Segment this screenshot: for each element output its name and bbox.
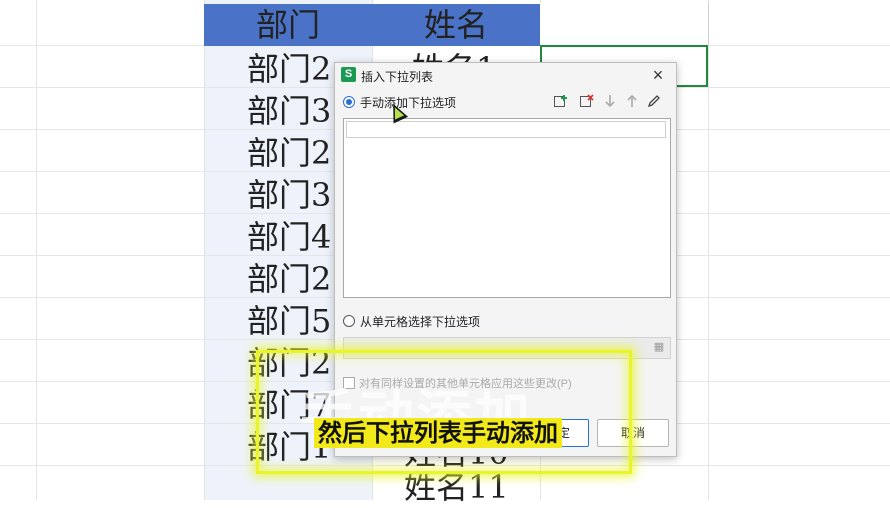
cell-empty[interactable] bbox=[540, 3, 709, 45]
dept-cell[interactable]: 部门5 bbox=[247, 300, 331, 342]
radio-manual[interactable] bbox=[343, 96, 355, 108]
dept-cell[interactable]: 部门3 bbox=[247, 90, 331, 132]
dept-cell[interactable]: 部门2 bbox=[247, 132, 331, 174]
app-logo-icon: S bbox=[341, 67, 356, 82]
header-name[interactable]: 姓名 bbox=[372, 4, 540, 46]
dept-cell[interactable]: 部门3 bbox=[247, 174, 331, 216]
delete-item-icon[interactable] bbox=[579, 93, 595, 109]
subtitle-caption: 然后下拉列表手动添加 bbox=[314, 418, 562, 448]
move-down-icon[interactable] bbox=[602, 93, 618, 109]
move-up-icon[interactable] bbox=[624, 93, 640, 109]
option-cell-label[interactable]: 从单元格选择下拉选项 bbox=[360, 313, 480, 330]
radio-cell[interactable] bbox=[343, 315, 355, 327]
close-button[interactable]: × bbox=[648, 65, 668, 85]
dialog-title: 插入下拉列表 bbox=[361, 70, 434, 84]
add-item-icon[interactable] bbox=[553, 93, 569, 109]
dept-cell[interactable]: 部门2 bbox=[247, 258, 331, 300]
header-dept[interactable]: 部门 bbox=[204, 4, 372, 46]
option-manual-label[interactable]: 手动添加下拉选项 bbox=[360, 94, 456, 111]
dropdown-options-list[interactable] bbox=[343, 118, 671, 298]
dept-cell[interactable]: 部门4 bbox=[247, 216, 331, 258]
dialog-titlebar[interactable]: S 插入下拉列表 × bbox=[335, 63, 676, 87]
dept-cell[interactable]: 部门2 bbox=[247, 48, 331, 90]
range-select-icon: ▦ bbox=[653, 341, 665, 353]
edit-icon[interactable] bbox=[646, 93, 662, 109]
option-input[interactable] bbox=[346, 121, 666, 138]
